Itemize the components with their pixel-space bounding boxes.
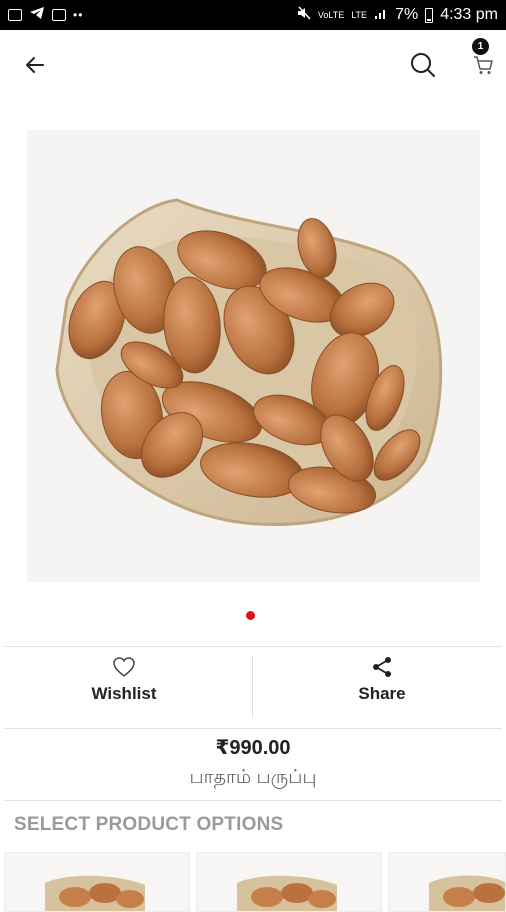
product-option-card[interactable] [196,852,382,912]
product-option-card[interactable] [4,852,190,912]
mute-icon [297,5,311,25]
action-divider [252,656,253,718]
product-price: ₹990.00 [215,737,291,759]
almonds-illustration [55,198,443,527]
notification-icon [52,9,66,21]
cart-icon [474,56,493,74]
divider-mid [4,728,502,729]
status-dots: •• [73,8,84,22]
wishlist-button[interactable]: Wishlist [4,656,244,720]
divider-top [4,646,502,647]
product-option-card[interactable] [388,852,506,912]
clock: 4:33 pm [440,6,498,23]
app-bar: 1 [0,30,506,102]
signal-icon [374,6,388,25]
back-button[interactable] [18,50,52,80]
share-icon [373,657,391,677]
almonds-thumbnail [429,875,505,911]
almonds-thumbnail [45,875,145,911]
wishlist-label: Wishlist [91,684,157,703]
product-image[interactable] [27,130,480,582]
search-icon [411,53,435,77]
search-button[interactable] [406,48,440,82]
telegram-icon [29,6,45,25]
battery-percent: 7% [395,6,419,23]
status-left: •• [8,6,83,25]
volte-label: VoLTE [317,9,345,20]
select-options-heading: SELECT PRODUCT OPTIONS [14,814,284,835]
divider-bottom [4,800,502,801]
lte-label: LTE [351,9,368,20]
gallery-icon [8,9,22,21]
heart-icon [113,657,135,678]
almonds-thumbnail [237,875,337,911]
share-button[interactable]: Share [262,656,502,720]
back-arrow-icon [26,57,44,73]
share-label: Share [358,684,406,703]
battery-icon [425,7,434,23]
status-bar: •• VoLTE LTE 7% 4:33 pm [0,0,506,30]
status-right: VoLTE LTE 7% 4:33 pm [297,5,498,25]
product-name: பாதாம் பருப்பு [189,767,317,788]
image-pager-dot-active[interactable] [246,611,255,620]
cart-count-badge: 1 [472,38,489,55]
